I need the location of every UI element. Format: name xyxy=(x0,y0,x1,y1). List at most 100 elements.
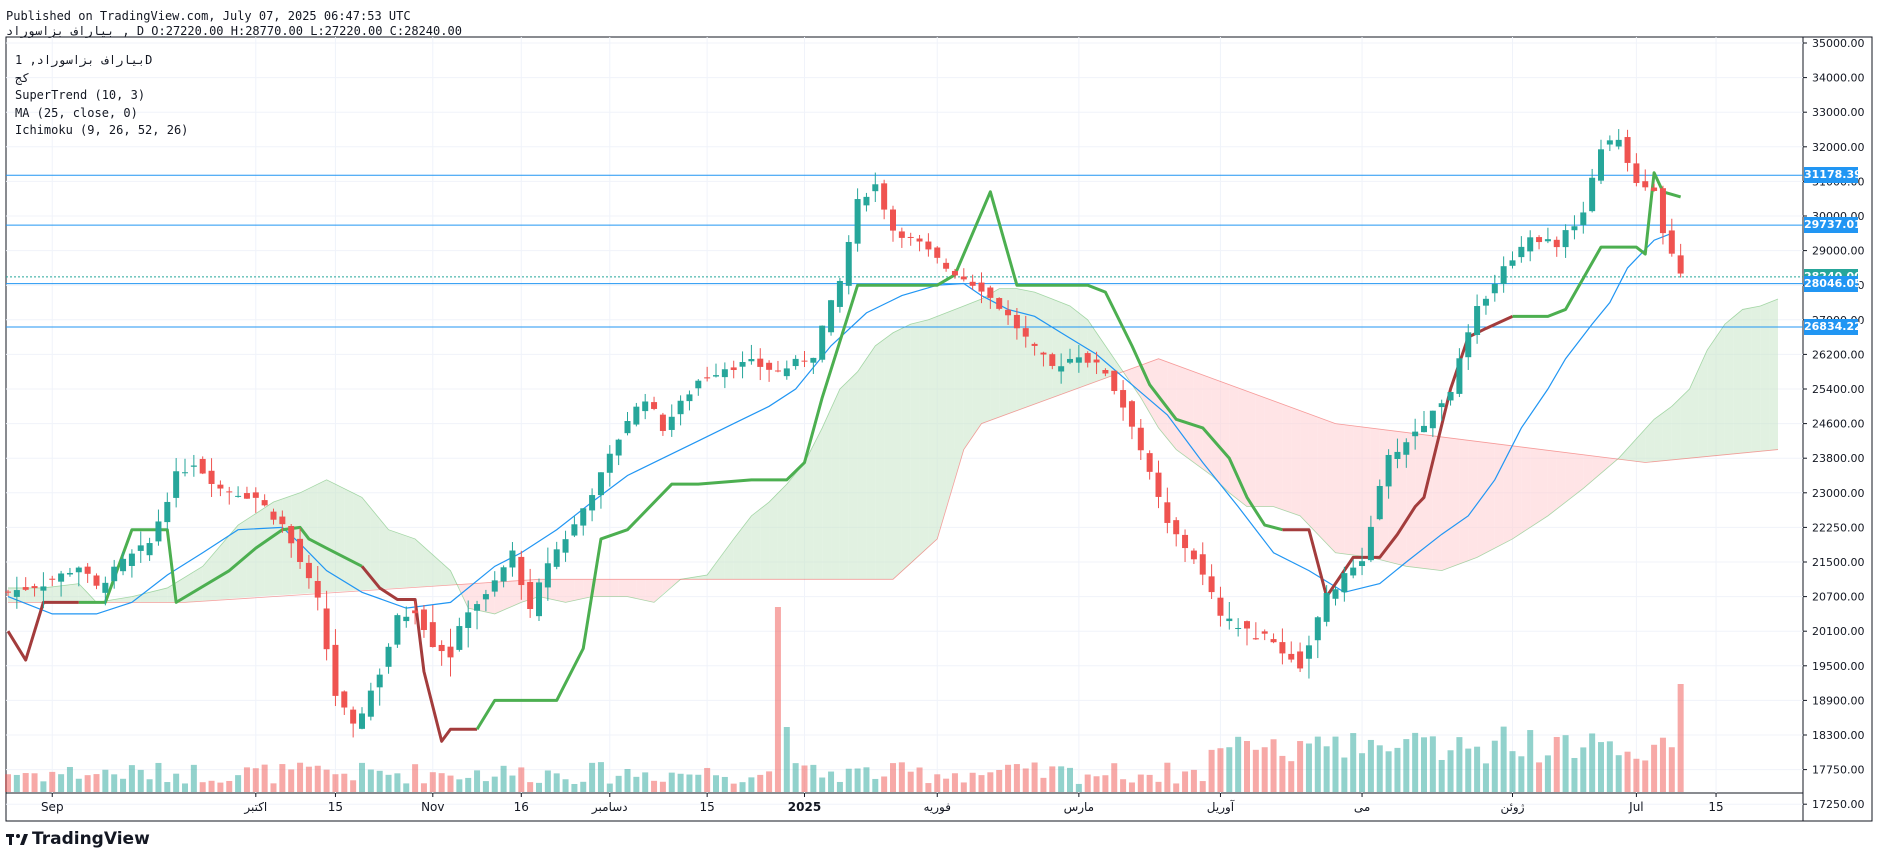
candle-body xyxy=(571,524,578,536)
volume-bar xyxy=(243,767,250,792)
ichimoku-cloud-segment xyxy=(353,492,362,591)
volume-bar xyxy=(544,770,551,792)
candle-body xyxy=(854,199,861,244)
ichimoku-cloud-segment xyxy=(1530,448,1540,528)
volume-bar xyxy=(1385,751,1392,792)
ichimoku-cloud-segment xyxy=(1760,302,1770,452)
ichimoku-cloud-segment xyxy=(760,502,770,580)
ichimoku-cloud-segment xyxy=(893,328,902,580)
candle-body xyxy=(960,276,967,280)
volume-bar xyxy=(1659,737,1666,792)
ichimoku-cloud-segment xyxy=(1353,425,1363,557)
tradingview-logo[interactable]: TradingView xyxy=(6,829,150,849)
volume-bar xyxy=(323,769,330,792)
candle-body xyxy=(1235,627,1242,629)
volume-bar xyxy=(491,776,498,792)
volume-bar xyxy=(1642,760,1649,792)
volume-bar xyxy=(1288,761,1295,792)
volume-bar xyxy=(1518,756,1525,792)
volume-bar xyxy=(58,774,65,792)
candle-body xyxy=(951,270,958,276)
volume-bar xyxy=(969,772,976,792)
ichimoku-cloud-segment xyxy=(1167,361,1177,450)
volume-bar xyxy=(1323,746,1330,792)
volume-bar xyxy=(279,764,286,792)
volume-bar xyxy=(1536,762,1543,792)
volume-bar xyxy=(102,769,109,792)
ichimoku-cloud-segment xyxy=(600,579,610,597)
candle-body xyxy=(1403,442,1410,455)
candle-body xyxy=(1376,485,1383,520)
volume-bar xyxy=(996,769,1003,792)
ichimoku-cloud-segment xyxy=(432,555,442,586)
ichimoku-cloud-segment xyxy=(1264,397,1274,507)
candle-body xyxy=(890,209,896,231)
volume-bar xyxy=(1367,739,1374,792)
ichimoku-cloud-segment xyxy=(1565,452,1575,503)
candle-body xyxy=(766,362,773,370)
y-tick-label: 33000.00 xyxy=(1812,106,1865,119)
candle-body xyxy=(1518,246,1525,258)
candle-body xyxy=(659,414,666,431)
volume-bar xyxy=(1137,774,1144,792)
candle-body xyxy=(1332,589,1339,599)
candle-body xyxy=(527,582,534,610)
candle-body xyxy=(491,580,498,592)
volume-bar xyxy=(783,727,790,792)
y-tick-label: 34000.00 xyxy=(1812,72,1865,85)
candle-body xyxy=(987,287,994,298)
volume-bar xyxy=(668,772,675,792)
candle-body xyxy=(1244,621,1250,629)
y-tick-label: 23000.00 xyxy=(1812,487,1865,500)
ichimoku-cloud-segment xyxy=(777,484,787,580)
y-tick-label: 20700.00 xyxy=(1812,591,1865,604)
legend-ichimoku[interactable]: Ichimoku (9, 26, 52, 26) xyxy=(15,122,188,140)
volume-bar xyxy=(934,774,941,792)
ichimoku-cloud-segment xyxy=(69,583,79,603)
ichimoku-cloud-segment xyxy=(919,319,929,556)
candle-body xyxy=(482,594,489,600)
ichimoku-cloud-segment xyxy=(1680,389,1690,460)
legend-ma[interactable]: MA (25, close, 0) xyxy=(15,105,188,123)
volume-bar xyxy=(1456,737,1463,792)
ichimoku-cloud-segment xyxy=(627,579,637,599)
volume-bar xyxy=(5,774,11,792)
ichimoku-cloud-segment xyxy=(707,563,716,580)
volume-bar xyxy=(1403,739,1410,792)
ichimoku-cloud-segment xyxy=(1176,365,1186,457)
volume-bar xyxy=(1624,751,1631,792)
ichimoku-cloud-segment xyxy=(1282,404,1292,513)
x-tick-label: 16 xyxy=(514,800,529,814)
ichimoku-cloud-segment xyxy=(556,579,566,603)
volume-bar xyxy=(22,773,29,792)
candle-body xyxy=(1598,149,1604,181)
candle-body xyxy=(589,495,596,511)
candle-body xyxy=(217,484,224,489)
volume-bar xyxy=(1571,757,1578,792)
ichimoku-cloud-segment xyxy=(1247,391,1256,507)
volume-bar xyxy=(482,781,489,792)
y-tick-label: 18900.00 xyxy=(1812,694,1865,707)
volume-bar xyxy=(589,762,596,792)
legend-supertrend[interactable]: SuperTrend (10, 3) xyxy=(15,87,188,105)
ichimoku-cloud-segment xyxy=(1583,454,1593,489)
price-chart[interactable]: 35000.0034000.0033000.0032000.0031000.00… xyxy=(0,0,1878,858)
ichimoku-cloud-segment xyxy=(379,518,389,590)
supertrend-down-line xyxy=(360,565,478,743)
ichimoku-cloud-segment xyxy=(733,527,743,580)
volume-bar xyxy=(465,777,472,792)
candle-body xyxy=(730,367,737,371)
candle-body xyxy=(93,575,100,586)
candle-body xyxy=(1482,298,1489,306)
ichimoku-cloud-segment xyxy=(1008,288,1017,414)
candle-body xyxy=(739,362,746,367)
y-tick-label: 26200.00 xyxy=(1812,348,1865,361)
volume-bar xyxy=(872,778,879,792)
volume-bar xyxy=(509,775,516,792)
ichimoku-cloud-segment xyxy=(1016,288,1026,411)
candle-body xyxy=(1102,370,1109,374)
volume-bar xyxy=(270,783,277,792)
x-tick-label: می xyxy=(1354,800,1370,814)
volume-bar xyxy=(757,774,764,792)
volume-bar xyxy=(500,765,507,792)
